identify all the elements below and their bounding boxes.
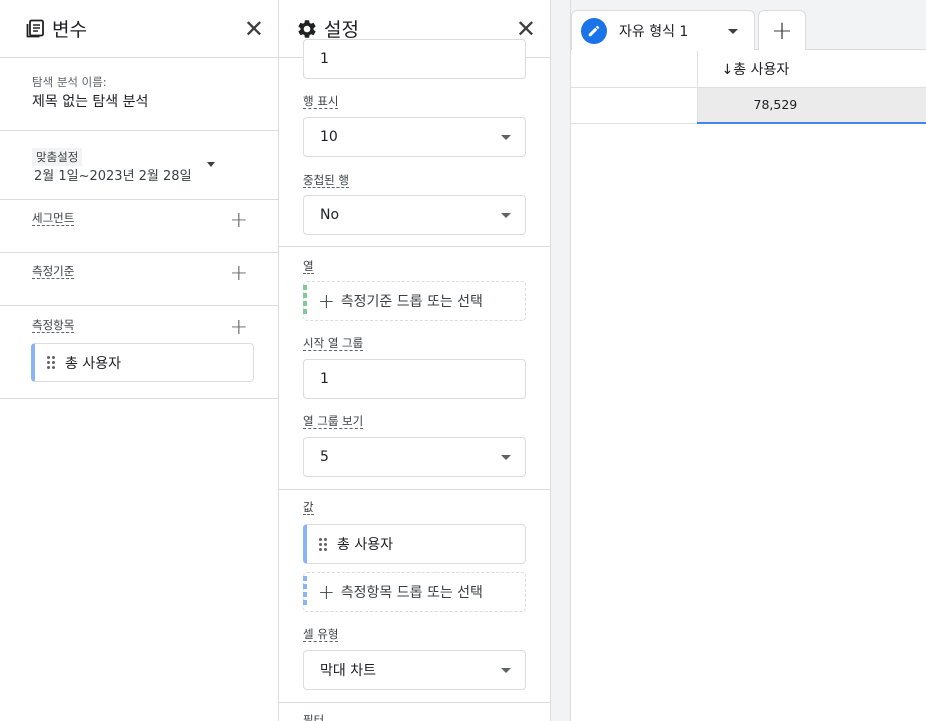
drag-handle-icon <box>319 537 327 551</box>
chevron-down-icon[interactable] <box>728 29 738 34</box>
cell-type-value: 막대 차트 <box>320 663 376 679</box>
close-icon[interactable]: ✕ <box>244 17 264 41</box>
dimensions-section: 측정기준 + <box>0 253 278 306</box>
chevron-down-icon <box>207 162 215 167</box>
canvas-area: 자유 형식 1 + ↓총 사용자 78,529 <box>571 0 926 721</box>
metric-column-header[interactable]: ↓총 사용자 <box>697 51 926 88</box>
values-label: 값 <box>303 500 314 515</box>
table-corner-cell <box>571 51 698 88</box>
metric-header-label: 총 사용자 <box>733 61 790 78</box>
show-col-groups-value: 5 <box>320 449 329 465</box>
metric-value-cell[interactable]: 78,529 <box>697 87 926 124</box>
metrics-label: 측정항목 <box>32 318 75 333</box>
variables-panel: 변수 ✕ 탐색 분석 이름: 제목 없는 탐색 분석 맞춤설정 2월 1일~20… <box>0 0 279 721</box>
pencil-icon <box>581 17 607 44</box>
show-rows-label: 행 표시 <box>303 94 339 109</box>
add-dimension-button[interactable]: + <box>230 263 248 285</box>
exploration-name-input[interactable]: 제목 없는 탐색 분석 <box>32 91 148 111</box>
tab-label: 자유 형식 1 <box>619 23 689 40</box>
metric-chip-total-users[interactable]: 총 사용자 <box>31 343 254 382</box>
columns-section: 열 + 측정기준 드롭 또는 선택 시작 열 그룹 1 열 그룹 보기 5 <box>279 247 550 490</box>
segments-section: 세그먼트 + <box>0 200 278 253</box>
drag-handle-icon <box>47 356 55 369</box>
gear-icon <box>296 18 318 40</box>
rows-section: 1 행 표시 10 중첩된 행 No <box>279 39 550 247</box>
start-col-group-label: 시작 열 그룹 <box>303 336 364 351</box>
cell-type-label: 셀 유형 <box>303 627 339 642</box>
date-range-picker[interactable]: 맞춤설정 2월 1일~2023년 2월 28일 <box>0 131 278 200</box>
nested-rows-label: 중첩된 행 <box>303 173 349 188</box>
variables-icon <box>24 18 46 40</box>
nested-rows-select[interactable]: No <box>303 195 526 235</box>
date-custom-badge: 맞춤설정 <box>32 148 83 166</box>
settings-panel: 설정 ✕ 1 행 표시 10 중첩된 행 No 열 + 측정기준 드롭 또는 선… <box>279 0 551 721</box>
values-section: 값 총 사용자 + 측정항목 드롭 또는 선택 셀 유형 막대 차트 <box>279 490 550 703</box>
close-icon[interactable]: ✕ <box>516 17 536 41</box>
segments-label: 세그먼트 <box>32 211 75 226</box>
plus-icon: + <box>318 289 335 313</box>
show-rows-select[interactable]: 10 <box>303 117 526 157</box>
show-rows-value: 10 <box>320 129 338 145</box>
nested-rows-value: No <box>320 207 340 223</box>
chevron-down-icon <box>501 455 511 460</box>
metric-chip-label: 총 사용자 <box>65 355 121 372</box>
tab-freeform-1[interactable]: 자유 형식 1 <box>571 10 755 50</box>
values-metric-label: 총 사용자 <box>337 537 393 553</box>
chevron-down-icon <box>501 668 511 673</box>
values-drop-text: 측정항목 드롭 또는 선택 <box>340 585 483 601</box>
show-col-groups-select[interactable]: 5 <box>303 437 526 477</box>
variables-title: 변수 <box>52 19 87 41</box>
exploration-name-label: 탐색 분석 이름: <box>32 75 107 89</box>
sort-down-icon: ↓ <box>721 61 734 78</box>
add-metric-button[interactable]: + <box>230 317 248 339</box>
tab-bar: 자유 형식 1 + <box>571 0 926 50</box>
table-header-row: ↓총 사용자 <box>571 51 926 88</box>
freeform-table: ↓총 사용자 78,529 <box>571 51 926 124</box>
exploration-name-section: 탐색 분석 이름: 제목 없는 탐색 분석 <box>0 58 278 131</box>
show-col-groups-label: 열 그룹 보기 <box>303 414 364 429</box>
values-drop-zone[interactable]: + 측정항목 드롭 또는 선택 <box>303 572 526 612</box>
panel-divider <box>551 0 571 721</box>
row-label-cell <box>571 87 698 124</box>
table-row: 78,529 <box>571 87 926 124</box>
start-col-group-input[interactable]: 1 <box>303 359 526 399</box>
variables-header: 변수 ✕ <box>0 0 278 58</box>
filters-label: 필터 <box>303 713 324 721</box>
plus-icon: + <box>318 580 335 604</box>
partial-top-field[interactable]: 1 <box>303 39 526 79</box>
add-segment-button[interactable]: + <box>230 210 248 232</box>
values-metric-chip[interactable]: 총 사용자 <box>303 524 526 564</box>
columns-drop-zone[interactable]: + 측정기준 드롭 또는 선택 <box>303 281 526 321</box>
columns-label: 열 <box>303 259 314 274</box>
columns-drop-text: 측정기준 드롭 또는 선택 <box>340 294 483 310</box>
chevron-down-icon <box>501 213 511 218</box>
dimensions-label: 측정기준 <box>32 264 75 279</box>
date-range-text: 2월 1일~2023년 2월 28일 <box>34 169 192 184</box>
settings-title: 설정 <box>324 19 359 41</box>
filters-section: 필터 <box>279 703 550 721</box>
cell-type-select[interactable]: 막대 차트 <box>303 650 526 690</box>
metrics-section: 측정항목 + 총 사용자 <box>0 306 278 399</box>
add-tab-button[interactable]: + <box>758 10 806 50</box>
chevron-down-icon <box>501 135 511 140</box>
